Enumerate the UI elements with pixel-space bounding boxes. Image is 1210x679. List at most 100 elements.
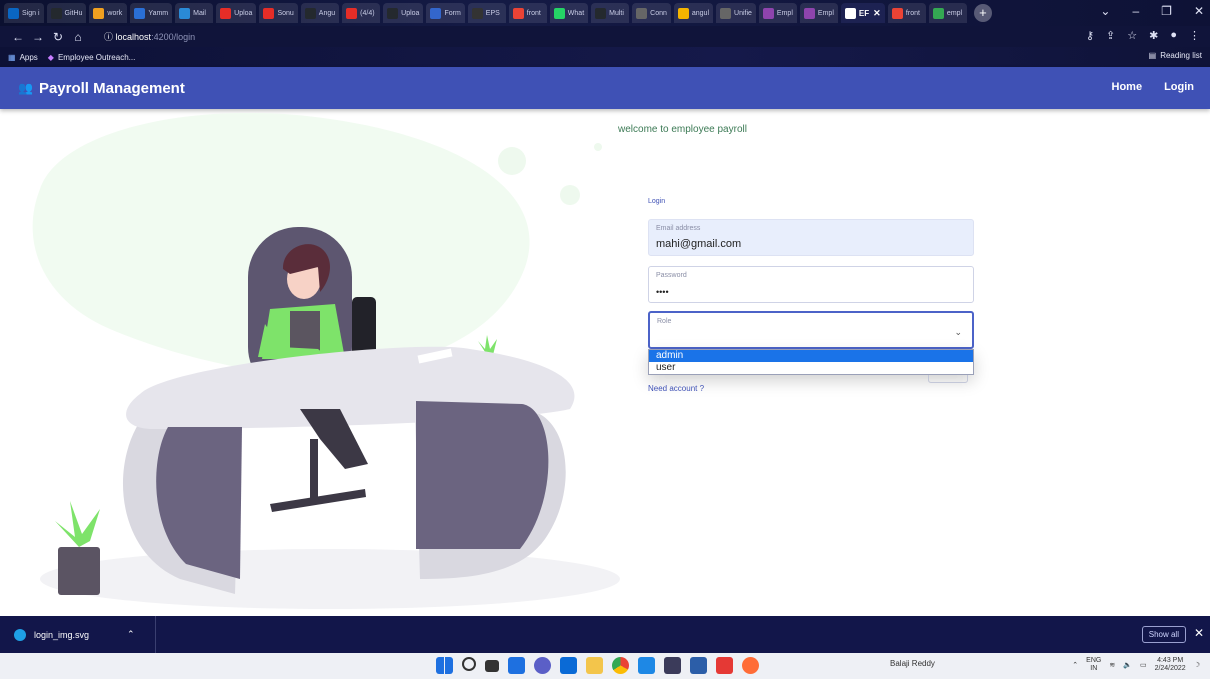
bookmark-employee-outreach[interactable]: ◆ Employee Outreach... xyxy=(48,53,136,62)
password-field[interactable]: Password •••• xyxy=(648,266,974,303)
browser-tab[interactable]: Multi xyxy=(591,3,630,23)
photos-icon[interactable] xyxy=(690,657,707,674)
reload-icon[interactable]: ↻ xyxy=(48,30,68,44)
restore-icon[interactable]: ❐ xyxy=(1161,4,1172,18)
browser-tab-label: work xyxy=(107,9,123,17)
role-option-user[interactable]: user xyxy=(649,362,973,374)
browser-tab[interactable]: Uploa xyxy=(216,3,257,23)
browser-tab[interactable]: empl xyxy=(928,3,967,23)
floor-pot xyxy=(58,547,100,595)
person-shirt xyxy=(290,311,320,351)
clock[interactable]: 4:43 PM 2/24/2022 xyxy=(1155,657,1186,673)
browser-tab[interactable]: Mail xyxy=(175,3,214,23)
browser-tab-label: empl xyxy=(946,9,963,17)
close-window-icon[interactable]: ✕ xyxy=(1194,4,1204,18)
tab-favicon-icon xyxy=(346,7,358,19)
tray-overflow-icon[interactable]: ⌃ xyxy=(1072,661,1078,669)
back-icon[interactable]: ← xyxy=(8,30,28,44)
chevron-up-icon[interactable]: ⌃ xyxy=(127,629,135,640)
need-account-link[interactable]: Need account ? xyxy=(648,384,704,393)
login-submit-button[interactable] xyxy=(928,375,968,383)
browser-tab[interactable]: Yamm xyxy=(130,3,173,23)
show-all-button[interactable]: Show all xyxy=(1141,626,1186,643)
menu-kebab-icon[interactable]: ⋮ xyxy=(1189,29,1200,42)
browser-tab[interactable]: Empl xyxy=(799,3,838,23)
browser-tab-label: Yamm xyxy=(148,9,169,17)
browser-tab[interactable]: angul xyxy=(673,3,714,23)
role-select[interactable]: Role ⌄ xyxy=(648,311,974,349)
browser-tab[interactable]: work xyxy=(89,3,128,23)
browser-tab[interactable]: Sonu xyxy=(259,3,298,23)
browser-tab[interactable]: What xyxy=(549,3,589,23)
language-indicator[interactable]: ENG IN xyxy=(1086,657,1101,673)
role-option-admin[interactable]: admin xyxy=(649,350,973,362)
nav-login-link[interactable]: Login xyxy=(1164,81,1194,93)
email-field[interactable]: Email address mahi@gmail.com xyxy=(648,219,974,256)
chevron-down-icon: ⌄ xyxy=(954,327,962,337)
tab-favicon-icon xyxy=(677,7,689,19)
browser-tab[interactable]: Empl xyxy=(758,3,797,23)
profile-avatar-icon[interactable]: ● xyxy=(1170,29,1177,42)
windows-start-icon[interactable] xyxy=(436,657,453,674)
tab-favicon-icon xyxy=(720,7,732,19)
browser-tab-label: Form xyxy=(444,9,461,17)
browser-tab[interactable]: EF ✕ xyxy=(840,3,885,23)
key-icon[interactable]: ⚷ xyxy=(1086,29,1094,42)
login-form-label: Login xyxy=(648,198,666,205)
browser-tab[interactable]: Form xyxy=(426,3,465,23)
people-icon: 👥 xyxy=(18,81,33,95)
browser-tab-label: Uploa xyxy=(234,9,253,17)
extensions-icon[interactable]: ✱ xyxy=(1149,29,1158,42)
browser-tab[interactable]: Angu xyxy=(300,3,340,23)
postman-icon[interactable] xyxy=(742,657,759,674)
info-icon: ⓘ xyxy=(104,32,114,42)
taskbar-user-label: Balaji Reddy xyxy=(890,659,935,668)
close-downloads-icon[interactable]: ✕ xyxy=(1194,626,1204,640)
vscode-icon[interactable] xyxy=(638,657,655,674)
tab-favicon-icon xyxy=(844,7,856,19)
browser-tab-label: What xyxy=(567,9,585,17)
reading-list-button[interactable]: ▤ Reading list xyxy=(1149,51,1202,60)
browser-tab-label: Empl xyxy=(776,9,793,17)
browser-tab-label: Sonu xyxy=(277,9,294,17)
tab-search-icon[interactable]: ⌄ xyxy=(1100,4,1110,18)
notifications-icon[interactable]: ☽ xyxy=(1194,661,1200,669)
download-item[interactable]: login_img.svg ⌃ xyxy=(0,616,156,653)
wifi-icon[interactable]: ≋ xyxy=(1109,661,1115,669)
chat-icon[interactable] xyxy=(534,657,551,674)
bookmark-apps[interactable]: ▦ Apps xyxy=(8,53,38,62)
browser-tab[interactable]: (4/4) xyxy=(342,3,381,23)
search-icon[interactable] xyxy=(462,657,476,671)
browser-tab[interactable]: Uploa xyxy=(383,3,424,23)
widgets-icon[interactable] xyxy=(508,657,525,674)
tab-favicon-icon xyxy=(803,7,815,19)
minimize-icon[interactable]: – xyxy=(1132,4,1139,18)
app-icon[interactable] xyxy=(664,657,681,674)
new-tab-button[interactable]: + xyxy=(973,4,992,22)
windows-taskbar: Balaji Reddy ⌃ ENG IN ≋ 🔈 ▭ 4:43 PM 2/24… xyxy=(0,653,1210,679)
browser-tab[interactable]: Conn xyxy=(632,3,671,23)
browser-tab[interactable]: front xyxy=(887,3,926,23)
share-icon[interactable]: ⇪ xyxy=(1106,29,1115,42)
address-bar-actions: ⚷ ⇪ ☆ ✱ ● ⋮ xyxy=(1086,29,1200,42)
blob-dot xyxy=(498,147,526,175)
url-field[interactable]: ⓘ localhost:4200/login xyxy=(104,30,195,43)
forward-icon[interactable]: → xyxy=(28,30,48,44)
browser-tab[interactable]: front xyxy=(508,3,547,23)
media-icon[interactable] xyxy=(716,657,733,674)
volume-icon[interactable]: 🔈 xyxy=(1123,661,1132,669)
nav-home-link[interactable]: Home xyxy=(1112,81,1143,93)
browser-tab[interactable]: EPS xyxy=(467,3,506,23)
chrome-icon[interactable] xyxy=(612,657,629,674)
close-tab-icon[interactable]: ✕ xyxy=(873,8,881,19)
file-explorer-icon[interactable] xyxy=(586,657,603,674)
browser-tab[interactable]: Unifie xyxy=(716,3,756,23)
mail-icon[interactable] xyxy=(560,657,577,674)
browser-tab[interactable]: Sign i xyxy=(4,3,44,23)
browser-tab[interactable]: GitHu xyxy=(46,3,87,23)
email-value: mahi@gmail.com xyxy=(656,238,742,250)
battery-icon[interactable]: ▭ xyxy=(1140,661,1147,669)
home-icon[interactable]: ⌂ xyxy=(68,30,88,44)
bookmark-star-icon[interactable]: ☆ xyxy=(1127,29,1137,42)
task-view-icon[interactable] xyxy=(485,660,499,672)
